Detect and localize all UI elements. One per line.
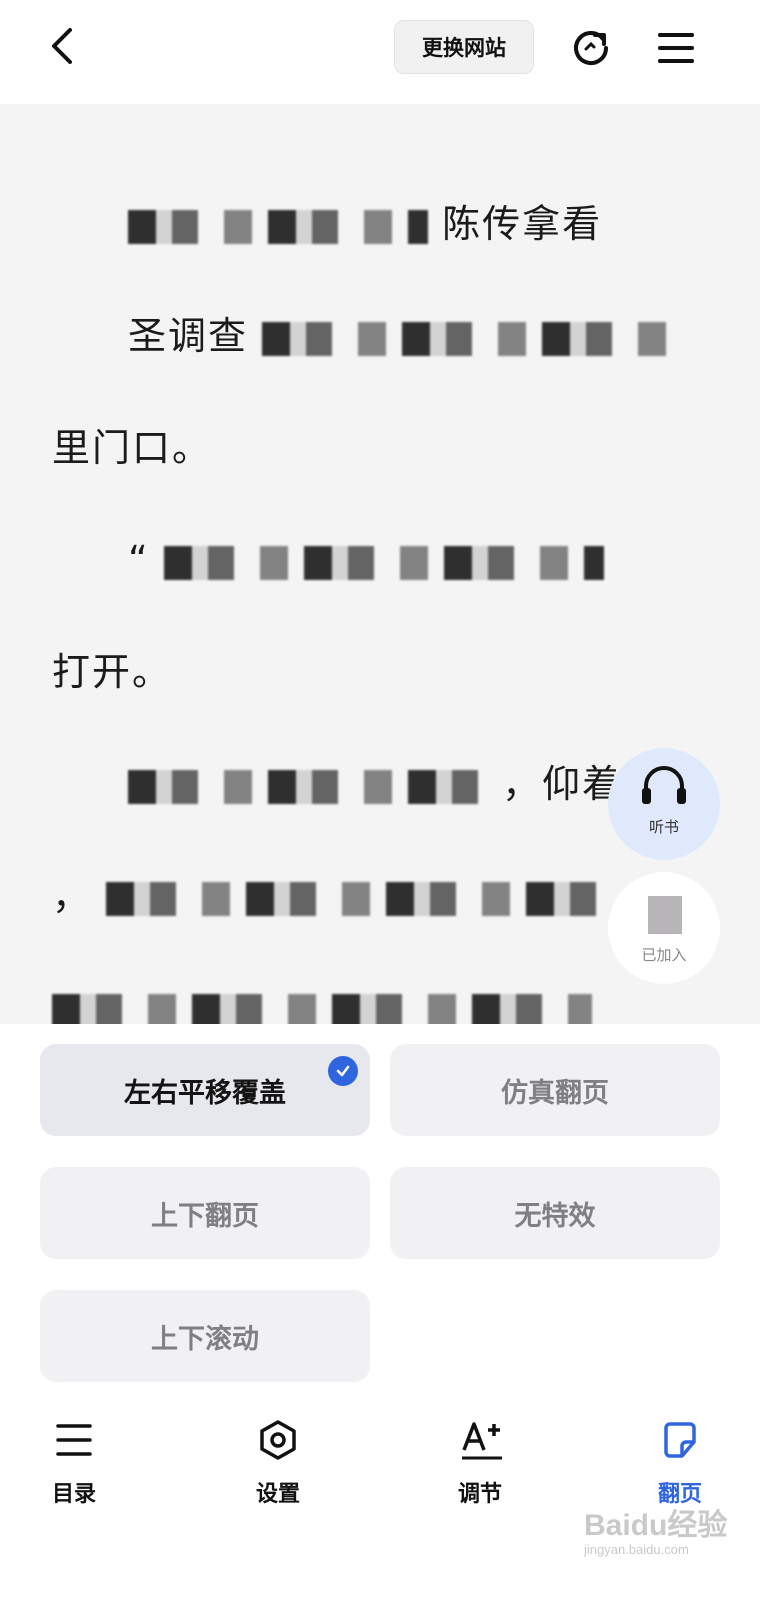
nav-label: 调节	[457, 1482, 502, 1507]
nav-label: 目录	[51, 1482, 96, 1507]
text-line: 陈传拿看	[52, 168, 704, 280]
nav-label: 设置	[255, 1482, 300, 1507]
list-icon	[56, 1424, 92, 1456]
option-label: 仿真翻页	[501, 1077, 609, 1109]
obscured-text	[52, 993, 592, 1024]
text-fragment: “	[128, 538, 150, 582]
option-vertical-page[interactable]: 上下翻页	[40, 1167, 370, 1259]
listen-label: 听书	[648, 818, 679, 836]
checkmark-icon	[328, 1056, 358, 1086]
listen-book-button[interactable]: 听书	[608, 748, 720, 860]
added-to-shelf-button[interactable]: 已加入	[608, 872, 720, 984]
hamburger-icon	[658, 33, 694, 63]
text-line: “	[52, 504, 704, 616]
added-label: 已加入	[641, 946, 687, 964]
settings-hex-icon	[260, 1420, 296, 1460]
obscured-text	[128, 769, 488, 804]
option-simulation[interactable]: 仿真翻页	[390, 1044, 720, 1136]
option-no-effect[interactable]: 无特效	[390, 1167, 720, 1259]
watermark-url: jingyan.baidu.com	[584, 1542, 689, 1557]
option-slide-cover[interactable]: 左右平移覆盖	[40, 1044, 370, 1136]
text-line: 圣调查	[52, 280, 704, 392]
nav-settings[interactable]: 设置	[218, 1420, 338, 1540]
refresh-icon	[574, 31, 608, 65]
font-adjust-icon	[462, 1422, 502, 1460]
option-label: 上下滚动	[151, 1323, 259, 1355]
baidu-watermark: Baidu经验 jingyan.baidu.com	[584, 1500, 754, 1570]
option-label: 左右平移覆盖	[124, 1077, 286, 1109]
nav-adjust[interactable]: 调节	[420, 1420, 540, 1540]
text-fragment: ，	[52, 874, 93, 918]
chevron-left-icon	[52, 28, 72, 64]
text-line: ，	[52, 840, 704, 952]
text-line: 打开。	[52, 616, 704, 728]
option-label: 上下翻页	[151, 1200, 259, 1232]
refresh-button[interactable]	[568, 24, 614, 70]
obscured-text	[128, 209, 428, 244]
text-fragment: 打开。	[52, 650, 173, 694]
text-fragment: 陈传拿看	[442, 202, 603, 246]
menu-button[interactable]	[654, 26, 698, 70]
back-button[interactable]	[42, 24, 86, 68]
text-line	[52, 952, 704, 1024]
book-thumbnail	[648, 896, 682, 934]
obscured-text	[106, 881, 607, 916]
option-label: 无特效	[514, 1200, 596, 1232]
obscured-text	[262, 321, 683, 356]
obscured-text	[163, 545, 604, 580]
chapter-text: 陈传拿看 圣调查 里门口。 “ 打开。 ，仰着头 ， 看到	[52, 168, 704, 1024]
text-fragment: 里门口。	[52, 426, 213, 470]
page-turn-icon	[664, 1422, 696, 1458]
switch-site-button[interactable]: 更换网站	[394, 20, 534, 74]
text-fragment: 圣调查	[128, 314, 249, 358]
top-bar: 更换网站	[0, 0, 760, 104]
text-line: 里门口。	[52, 392, 704, 504]
nav-toc[interactable]: 目录	[14, 1420, 134, 1540]
headphones-icon	[642, 766, 686, 804]
watermark-brand: Baidu经验	[584, 1509, 728, 1542]
text-line: ，仰着头	[52, 728, 704, 840]
option-vertical-scroll[interactable]: 上下滚动	[40, 1290, 370, 1382]
